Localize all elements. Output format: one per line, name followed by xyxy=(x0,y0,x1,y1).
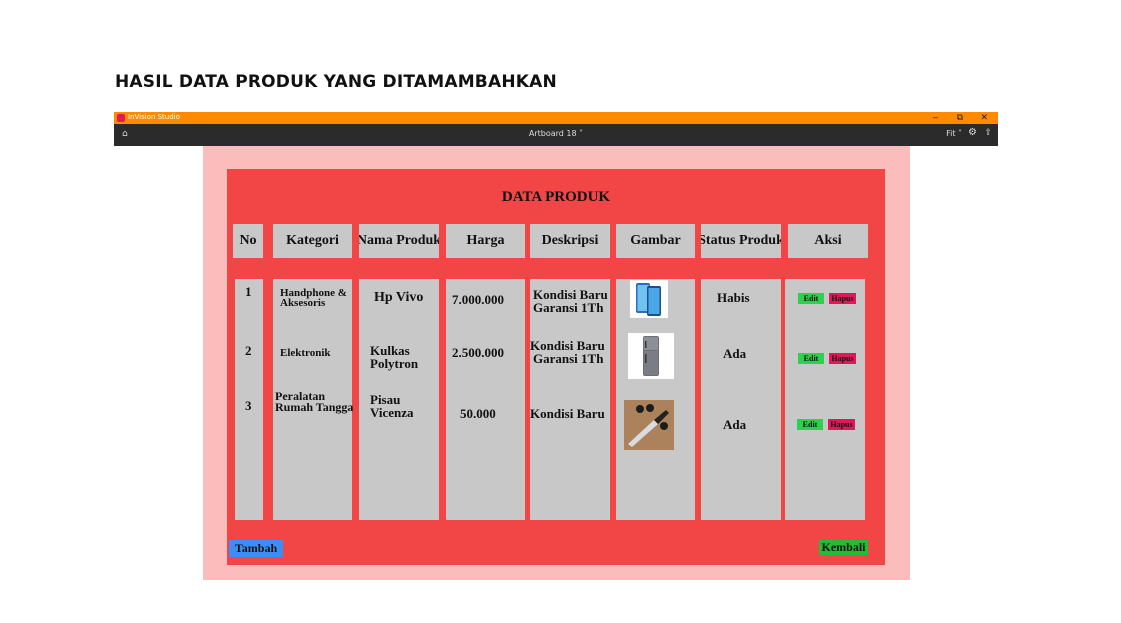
column-status-produk xyxy=(701,279,781,520)
row1-status: Habis xyxy=(717,290,750,305)
row1-no: 1 xyxy=(245,284,252,299)
gear-icon[interactable]: ⚙ xyxy=(968,127,977,138)
product-data-panel: DATA PRODUK No Kategori Nama Produk Harg… xyxy=(227,169,885,565)
header-nama-produk: Nama Produk xyxy=(359,224,439,258)
row3-hapus-button[interactable]: Hapus xyxy=(828,419,855,430)
header-aksi: Aksi xyxy=(788,224,868,258)
row3-status: Ada xyxy=(723,417,747,432)
zoom-fit-dropdown[interactable]: Fit ˅ xyxy=(946,129,962,138)
column-harga xyxy=(446,279,525,520)
panel-title: DATA PRODUK xyxy=(501,189,611,205)
share-icon[interactable]: ⇪ xyxy=(984,128,992,138)
row1-deskripsi: Kondisi Baru Garansi 1Th xyxy=(533,288,608,314)
row1-hapus-button[interactable]: Hapus xyxy=(829,293,856,304)
maximize-icon[interactable]: ⧉ xyxy=(957,112,963,123)
row3-nama: Pisau Vicenza xyxy=(370,393,414,419)
row2-hapus-button[interactable]: Hapus xyxy=(829,353,856,364)
row3-harga: 50.000 xyxy=(460,406,496,421)
row2-edit-button[interactable]: Edit xyxy=(798,353,824,364)
app-title: InVision Studio xyxy=(128,113,180,121)
title-bar: InVision Studio – ⧉ ✕ xyxy=(114,112,998,124)
app-window: InVision Studio – ⧉ ✕ ⌂ Artboard 18 ˅ Fi… xyxy=(114,112,998,146)
row3-no: 3 xyxy=(245,398,252,413)
row1-harga: 7.000.000 xyxy=(452,292,504,307)
smartphone-image xyxy=(630,280,668,318)
row2-harga: 2.500.000 xyxy=(452,345,504,360)
row2-deskripsi: Kondisi Baru Garansi 1Th xyxy=(530,339,605,365)
knife-image xyxy=(624,400,674,450)
header-gambar: Gambar xyxy=(616,224,695,258)
row2-nama: Kulkas Polytron xyxy=(370,344,418,370)
minimize-icon[interactable]: – xyxy=(933,112,938,123)
header-kategori: Kategori xyxy=(273,224,352,258)
artboard-selector[interactable]: Artboard 18 ˅ xyxy=(114,129,998,138)
row1-kategori-line2: Aksesoris xyxy=(280,297,326,309)
header-harga: Harga xyxy=(446,224,525,258)
invision-logo-icon xyxy=(117,114,125,122)
row3-deskripsi: Kondisi Baru xyxy=(530,406,605,421)
row2-deskripsi-line2: Garansi 1Th xyxy=(533,351,604,366)
row1-deskripsi-line2: Garansi 1Th xyxy=(533,300,604,315)
row2-kategori: Elektronik xyxy=(280,347,331,359)
row2-status: Ada xyxy=(723,346,747,361)
page-heading: HASIL DATA PRODUK YANG DITAMAMBAHKAN xyxy=(115,72,557,92)
column-aksi xyxy=(785,279,865,520)
row3-kategori: Peralatan Rumah Tangga xyxy=(275,390,354,414)
row1-edit-button[interactable]: Edit xyxy=(798,293,824,304)
row1-kategori: Handphone & Aksesoris xyxy=(280,288,347,309)
column-deskripsi xyxy=(530,279,610,520)
header-no: No xyxy=(233,224,263,258)
row3-edit-button[interactable]: Edit xyxy=(797,419,823,430)
row2-no: 2 xyxy=(245,343,252,358)
row3-kategori-line2: Rumah Tangga xyxy=(275,400,354,414)
kembali-button[interactable]: Kembali xyxy=(819,540,868,555)
row3-nama-line2: Vicenza xyxy=(370,405,414,420)
row1-nama: Hp Vivo xyxy=(374,290,424,305)
tambah-button[interactable]: Tambah xyxy=(229,540,283,557)
header-deskripsi: Deskripsi xyxy=(530,224,610,258)
row2-nama-line2: Polytron xyxy=(370,356,419,371)
refrigerator-image xyxy=(628,333,674,379)
studio-toolbar: ⌂ Artboard 18 ˅ Fit ˅ ⚙ ⇪ xyxy=(114,124,998,146)
header-status-produk: Status Produk xyxy=(701,224,781,258)
close-icon[interactable]: ✕ xyxy=(980,112,988,123)
